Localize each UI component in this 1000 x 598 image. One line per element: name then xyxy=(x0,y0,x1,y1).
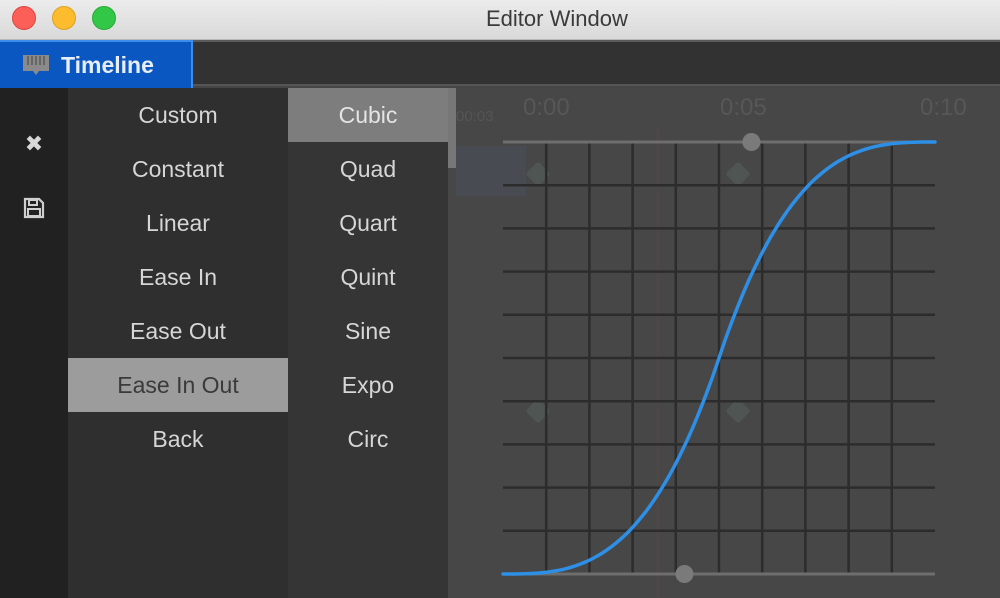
save-icon xyxy=(22,196,46,225)
easing-function-cubic[interactable]: Cubic xyxy=(288,88,448,142)
curve-editor[interactable]: 00:03 0:00 0:05 0:10 xyxy=(448,88,1000,598)
tool-strip: ✖ xyxy=(0,88,68,598)
easing-function-quint[interactable]: Quint xyxy=(288,250,448,304)
tab-label: Timeline xyxy=(61,51,154,78)
keyframe-diamond xyxy=(726,162,750,186)
tab-timeline[interactable]: Timeline xyxy=(0,40,193,88)
curve-graph[interactable] xyxy=(448,88,1000,598)
easing-type-ease-out[interactable]: Ease Out xyxy=(68,304,288,358)
easing-type-linear[interactable]: Linear xyxy=(68,196,288,250)
window-title: Editor Window xyxy=(486,6,628,31)
easing-function-expo[interactable]: Expo xyxy=(288,358,448,412)
timeline-icon xyxy=(21,53,51,77)
easing-function-circ[interactable]: Circ xyxy=(288,412,448,466)
easing-type-constant[interactable]: Constant xyxy=(68,142,288,196)
easing-type-list: Custom Constant Linear Ease In Ease Out … xyxy=(68,88,288,598)
easing-function-quad[interactable]: Quad xyxy=(288,142,448,196)
easing-type-ease-in-out[interactable]: Ease In Out xyxy=(68,358,288,412)
save-button[interactable] xyxy=(20,196,48,224)
tab-bar: Timeline xyxy=(0,40,1000,88)
close-icon: ✖ xyxy=(24,131,44,156)
easing-type-ease-in[interactable]: Ease In xyxy=(68,250,288,304)
start-control-handle[interactable] xyxy=(675,565,694,583)
easing-type-back[interactable]: Back xyxy=(68,412,288,466)
title-bar: Editor Window xyxy=(0,0,1000,40)
easing-type-custom[interactable]: Custom xyxy=(68,88,288,142)
easing-function-quart[interactable]: Quart xyxy=(288,196,448,250)
easing-function-list: Cubic Quad Quart Quint Sine Expo Circ xyxy=(288,88,448,598)
close-button[interactable]: ✖ xyxy=(20,130,48,158)
easing-function-sine[interactable]: Sine xyxy=(288,304,448,358)
end-control-handle[interactable] xyxy=(742,133,761,151)
